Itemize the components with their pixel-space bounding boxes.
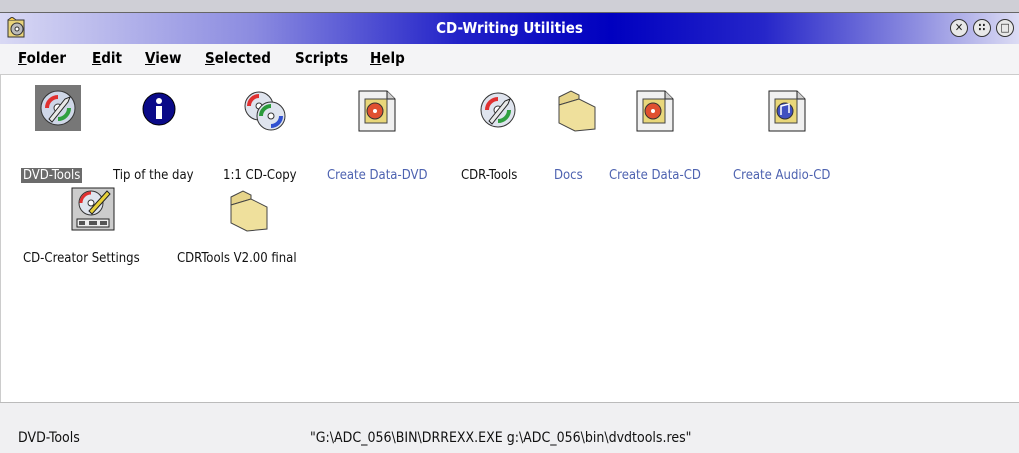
icon-label: CD-Creator Settings	[23, 251, 140, 266]
hide-button[interactable]: ∷	[973, 19, 991, 37]
icon-cdr-tools[interactable]: CDR-Tools	[453, 85, 543, 185]
status-command: "G:\ADC_056\BIN\DRREXX.EXE g:\ADC_056\bi…	[310, 430, 692, 446]
icon-tip-of-the-day[interactable]: Tip of the day	[111, 85, 211, 185]
icon-create-audio-cd[interactable]: Create Audio-CD	[733, 85, 853, 185]
icon-label: CDRTools V2.00 final	[177, 251, 297, 266]
icon-label: Create Data-CD	[609, 168, 701, 183]
folder-icon	[558, 90, 596, 132]
status-selected-name: DVD-Tools	[18, 430, 80, 446]
window-title: CD-Writing Utilities	[436, 19, 583, 37]
icon-docs[interactable]: Docs	[549, 85, 609, 185]
cd-copy-icon	[244, 91, 286, 131]
wrench-cd-icon	[480, 92, 516, 128]
info-icon	[142, 92, 176, 126]
icon-cdrtools-folder[interactable]: CDRTools V2.00 final	[177, 185, 327, 285]
icon-label: 1:1 CD-Copy	[223, 168, 297, 183]
icon-label: Create Data-DVD	[327, 168, 428, 183]
menu-edit[interactable]: Edit	[92, 49, 122, 67]
icon-label: Docs	[554, 168, 583, 183]
status-bar: DVD-Tools "G:\ADC_056\BIN\DRREXX.EXE g:\…	[0, 402, 1019, 453]
menu-help[interactable]: Help	[370, 49, 405, 67]
icon-cd-creator-settings[interactable]: CD-Creator Settings	[23, 185, 173, 285]
create-disc-icon	[636, 90, 674, 132]
menu-scripts[interactable]: Scripts	[295, 49, 348, 67]
create-disc-icon	[358, 90, 396, 132]
icon-label: Create Audio-CD	[733, 168, 831, 183]
menu-selected[interactable]: Selected	[205, 49, 271, 67]
icon-label: DVD-Tools	[21, 168, 83, 183]
wrench-cd-icon	[35, 85, 81, 131]
menu-folder[interactable]: Folder	[18, 49, 66, 67]
icon-label: CDR-Tools	[461, 168, 518, 183]
menu-view[interactable]: View	[145, 49, 181, 67]
icon-create-data-dvd[interactable]: Create Data-DVD	[327, 85, 447, 185]
create-audio-icon	[768, 90, 806, 132]
icon-dvd-tools[interactable]: DVD-Tools	[15, 85, 105, 185]
maximize-button[interactable]: □	[996, 19, 1014, 37]
title-bar[interactable]: CD-Writing Utilities ✕ ∷ □	[0, 12, 1019, 45]
folder-content[interactable]: DVD-Tools Tip of the day 1:1 CD-Copy Cre…	[0, 75, 1019, 402]
folder-icon	[230, 190, 268, 232]
window: CD-Writing Utilities ✕ ∷ □ Folder Edit V…	[0, 0, 1019, 453]
icon-cd-copy[interactable]: 1:1 CD-Copy	[219, 85, 319, 185]
settings-icon	[71, 187, 115, 231]
close-button[interactable]: ✕	[950, 19, 968, 37]
menu-bar: Folder Edit View Selected Scripts Help	[0, 44, 1019, 75]
icon-create-data-cd[interactable]: Create Data-CD	[609, 85, 725, 185]
icon-label: Tip of the day	[113, 168, 194, 183]
